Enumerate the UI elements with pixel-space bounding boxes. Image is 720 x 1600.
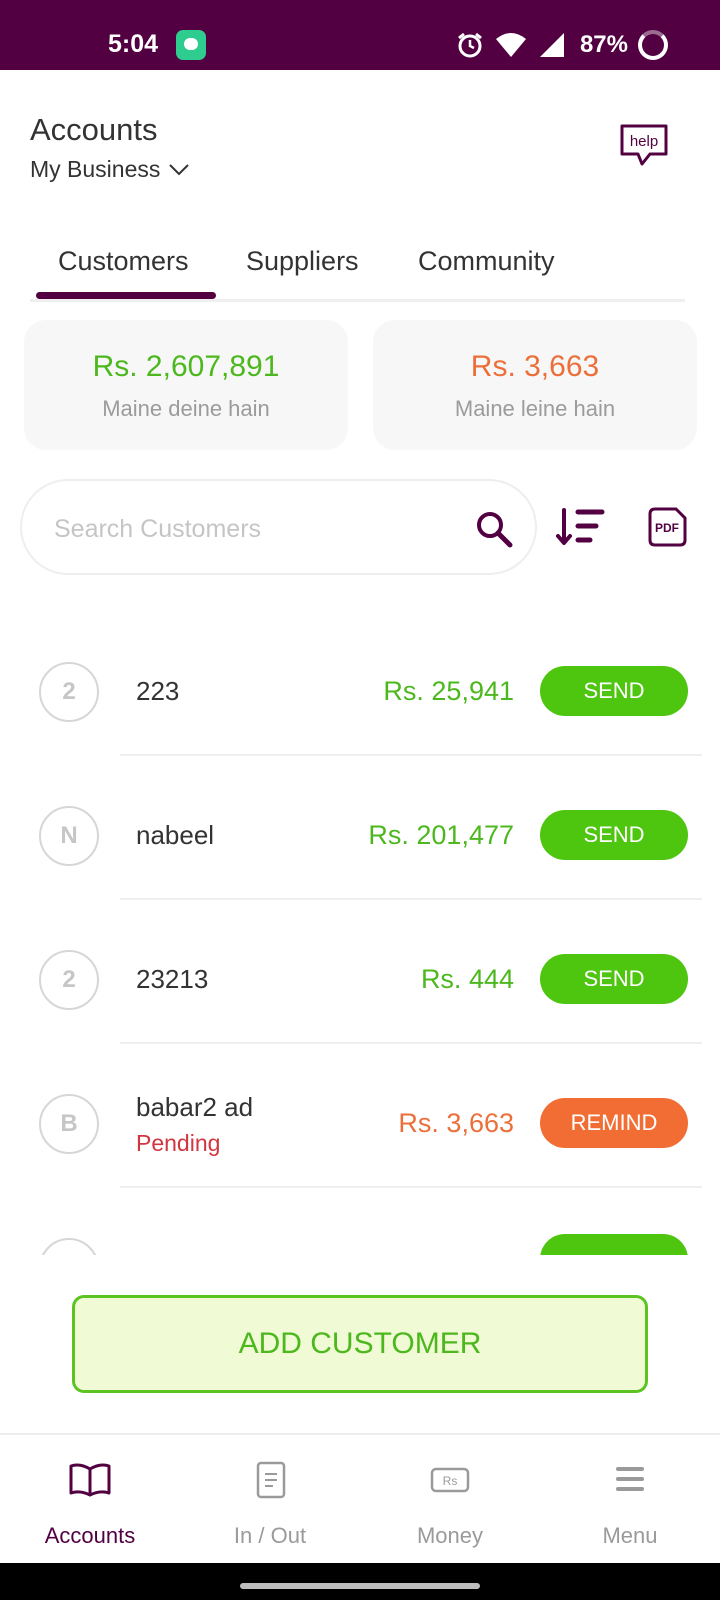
signal-icon xyxy=(539,33,564,57)
rupee-note-icon: Rs xyxy=(430,1467,470,1493)
summary-card-given: Rs. 2,607,891 Maine deine hain xyxy=(24,320,348,450)
svg-text:help: help xyxy=(630,133,658,150)
add-customer-button[interactable]: ADD CUSTOMER xyxy=(72,1295,648,1393)
summary-card-received: Rs. 3,663 Maine leine hain xyxy=(373,320,697,450)
status-bar: 5:04 87% xyxy=(0,0,720,70)
sort-icon[interactable] xyxy=(556,506,606,548)
customer-name: nabeel xyxy=(136,820,215,850)
send-button[interactable]: SEND xyxy=(540,666,688,716)
search-input[interactable] xyxy=(54,509,454,549)
nav-label: Menu xyxy=(602,1523,658,1548)
search-icon[interactable] xyxy=(474,509,514,549)
avatar: B xyxy=(39,1094,99,1154)
nav-label: Accounts xyxy=(44,1523,136,1548)
list-item[interactable]: N nabeel Rs. 201,477 SEND xyxy=(0,762,720,906)
received-label: Maine leine hain xyxy=(454,396,616,421)
send-button[interactable] xyxy=(540,1234,688,1255)
list-item[interactable] xyxy=(0,1194,720,1255)
avatar: N xyxy=(39,806,99,866)
customer-amount: Rs. 201,477 xyxy=(368,820,514,850)
list-item[interactable]: 2 223 Rs. 25,941 SEND xyxy=(0,618,720,762)
svg-text:Rs: Rs xyxy=(443,1474,458,1488)
system-nav-bar xyxy=(0,1563,720,1600)
status-icons: 87% xyxy=(456,28,668,62)
avatar xyxy=(39,1238,99,1255)
avatar: 2 xyxy=(39,950,99,1010)
ledger-icon xyxy=(256,1461,286,1499)
customer-name: babar2 ad xyxy=(136,1092,254,1122)
nav-label: Money xyxy=(416,1523,484,1548)
customer-amount: Rs. 25,941 xyxy=(383,676,514,706)
svg-text:PDF: PDF xyxy=(655,521,679,535)
tab-bar: Customers Suppliers Community xyxy=(30,232,685,302)
tab-community[interactable]: Community xyxy=(396,232,596,299)
pending-status: Pending xyxy=(136,1130,221,1156)
customer-name: 223 xyxy=(136,676,180,706)
avatar: 2 xyxy=(39,662,99,722)
send-button[interactable]: SEND xyxy=(540,810,688,860)
alarm-icon xyxy=(458,32,482,58)
send-button[interactable]: SEND xyxy=(540,954,688,1004)
battery-percent: 87% xyxy=(579,31,628,58)
hamburger-icon xyxy=(616,1467,644,1491)
battery-icon xyxy=(638,30,668,60)
pdf-icon[interactable]: PDF xyxy=(646,506,688,548)
chevron-down-icon xyxy=(169,163,190,175)
messaging-app-icon xyxy=(176,30,206,60)
wifi-icon xyxy=(495,33,526,57)
given-amount: Rs. 2,607,891 xyxy=(92,350,280,383)
status-time: 5:04 xyxy=(108,30,159,58)
customer-amount: Rs. 3,663 xyxy=(398,1108,514,1138)
help-icon[interactable]: help xyxy=(618,122,670,170)
remind-button[interactable]: REMIND xyxy=(540,1098,688,1148)
tab-customers[interactable]: Customers xyxy=(30,232,216,299)
customer-name: 23213 xyxy=(136,964,209,994)
business-selector[interactable]: My Business xyxy=(30,156,190,183)
given-label: Maine deine hain xyxy=(102,396,270,421)
page-title: Accounts xyxy=(30,112,158,147)
nav-label: In / Out xyxy=(233,1523,307,1548)
list-item[interactable]: B babar2 ad Pending Rs. 3,663 REMIND xyxy=(0,1050,720,1194)
list-item[interactable]: 2 23213 Rs. 444 SEND xyxy=(0,906,720,1050)
book-icon xyxy=(69,1463,111,1497)
search-bar xyxy=(20,479,537,575)
received-amount: Rs. 3,663 xyxy=(470,350,600,383)
customer-list: 2 223 Rs. 25,941 SEND N nabeel Rs. 201,4… xyxy=(0,580,720,1255)
customer-amount: Rs. 444 xyxy=(420,964,514,994)
tab-suppliers[interactable]: Suppliers xyxy=(216,232,396,299)
home-indicator[interactable] xyxy=(240,1583,480,1589)
business-name: My Business xyxy=(30,156,161,182)
